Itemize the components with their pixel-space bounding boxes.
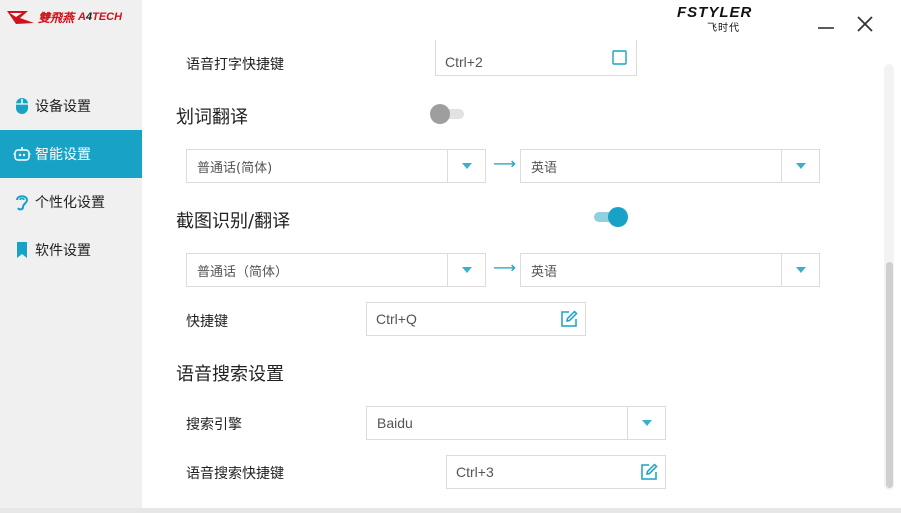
screenshot-translate-title: 截图识别/翻译	[176, 211, 291, 232]
sidebar-item-personalization[interactable]: 个性化设置	[0, 178, 142, 226]
logo-chinese-text: 雙飛燕	[38, 10, 75, 25]
minimize-button[interactable]	[814, 12, 838, 36]
close-button[interactable]	[853, 12, 877, 36]
sidebar-item-software-settings[interactable]: 软件设置	[0, 226, 142, 274]
scrollbar-thumb[interactable]	[886, 262, 893, 488]
screenshot-translate-target-select[interactable]: 英语	[520, 253, 820, 287]
dropdown-arrow-button[interactable]	[447, 254, 485, 286]
brand-bottom-text: 飞时代	[707, 23, 740, 34]
search-engine-label: 搜索引擎	[186, 417, 242, 433]
logo-english-text: A4TECH	[78, 11, 123, 23]
swallow-logo-icon	[7, 11, 34, 24]
mouse-icon	[13, 97, 31, 115]
app-logo: 雙飛燕 A4TECH	[6, 6, 122, 28]
arrow-right-icon: ⟶	[493, 154, 516, 173]
sidebar: 雙飛燕 A4TECH 设备设置 智能设置 个性化设置 软件设置	[0, 0, 142, 513]
chevron-down-icon	[461, 163, 472, 169]
chevron-down-icon	[795, 267, 806, 273]
edit-icon[interactable]	[633, 463, 665, 481]
dropdown-arrow-button[interactable]	[781, 254, 819, 286]
robot-icon	[13, 145, 31, 163]
dropdown-arrow-button[interactable]	[781, 150, 819, 182]
word-translate-title: 划词翻译	[176, 107, 248, 128]
screenshot-translate-source-select[interactable]: 普通话（简体）	[186, 253, 486, 287]
sidebar-item-label: 个性化设置	[35, 195, 105, 211]
sidebar-nav: 设备设置 智能设置 个性化设置 软件设置	[0, 82, 142, 274]
sidebar-item-smart-settings[interactable]: 智能设置	[0, 130, 142, 178]
dropdown-arrow-button[interactable]	[627, 407, 665, 439]
minimize-icon	[818, 27, 834, 29]
voice-search-title: 语音搜索设置	[176, 364, 284, 385]
screenshot-translate-toggle[interactable]	[594, 207, 628, 227]
voice-typing-hotkey-field[interactable]: Ctrl+2	[435, 40, 637, 76]
chevron-down-icon	[795, 163, 806, 169]
voice-search-hotkey-field[interactable]: Ctrl+3	[446, 455, 666, 489]
edit-icon[interactable]	[604, 49, 636, 66]
bottom-border	[0, 508, 901, 513]
chevron-down-icon	[641, 420, 652, 426]
sidebar-item-label: 软件设置	[35, 243, 91, 259]
sidebar-item-device-settings[interactable]: 设备设置	[0, 82, 142, 130]
sidebar-item-label: 智能设置	[35, 147, 91, 163]
word-translate-target-select[interactable]: 英语	[520, 149, 820, 183]
screenshot-hotkey-label: 快捷键	[186, 314, 228, 330]
dropdown-arrow-button[interactable]	[447, 150, 485, 182]
word-translate-toggle[interactable]	[430, 104, 464, 124]
word-translate-source-select[interactable]: 普通话(简体)	[186, 149, 486, 183]
brand-logo: FSTYLER 飞时代	[677, 4, 797, 34]
edit-icon[interactable]	[553, 310, 585, 328]
voice-search-hotkey-label: 语音搜索快捷键	[186, 466, 284, 482]
close-icon	[857, 16, 873, 32]
settings-content: 语音打字快捷键 Ctrl+2 划词翻译 普通话(简体) ⟶ 英语 截图识别/翻译…	[142, 40, 882, 513]
screenshot-hotkey-field[interactable]: Ctrl+Q	[366, 302, 586, 336]
bookmark-icon	[13, 241, 31, 259]
search-engine-select[interactable]: Baidu	[366, 406, 666, 440]
voice-typing-hotkey-label: 语音打字快捷键	[186, 57, 284, 73]
sidebar-item-label: 设备设置	[35, 99, 91, 115]
ear-icon	[13, 193, 31, 211]
arrow-right-icon: ⟶	[493, 258, 516, 277]
chevron-down-icon	[461, 267, 472, 273]
